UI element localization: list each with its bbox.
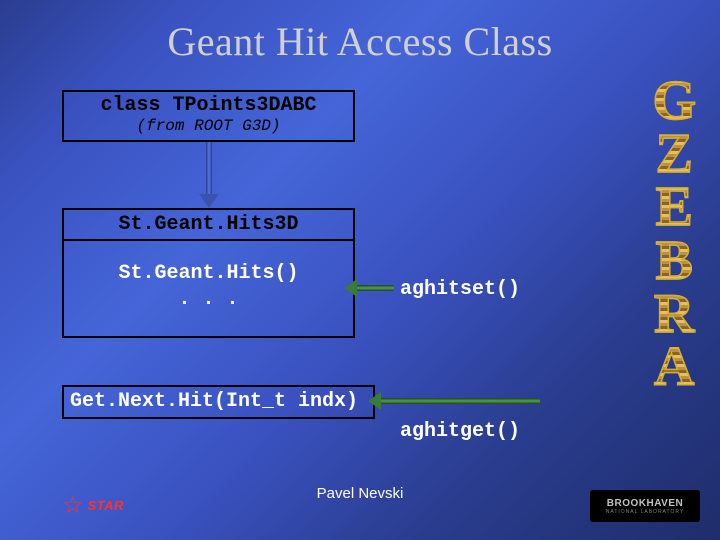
- gzebra-vertical-label: G Z E B R A: [652, 75, 696, 394]
- brookhaven-logo: BROOKHAVEN NATIONAL LABORATORY: [590, 490, 700, 522]
- author-name: Pavel Nevski: [317, 485, 404, 502]
- method-ellipsis: . . .: [64, 287, 353, 313]
- geant-hits-classname: St.Geant.Hits3D: [64, 210, 353, 241]
- class-origin: (from ROOT G3D): [64, 117, 353, 135]
- lab-name: BROOKHAVEN: [607, 498, 683, 509]
- arrow-aghitset-icon: [356, 285, 394, 291]
- getnexthit-box: Get.Next.Hit(Int_t indx): [62, 385, 375, 419]
- method-line: St.Geant.Hits(): [64, 261, 353, 287]
- inheritance-arrow-icon: [206, 142, 212, 196]
- gzebra-letter: G: [652, 75, 696, 128]
- class-declaration-box: class TPoints3DABC (from ROOT G3D): [62, 90, 355, 142]
- aghitget-label: aghitget(): [400, 420, 520, 443]
- geant-hits-box: St.Geant.Hits3D St.Geant.Hits() . . .: [62, 208, 355, 338]
- star-logo: ☆ STAR: [62, 491, 124, 520]
- gzebra-letter: R: [654, 288, 694, 341]
- gzebra-letter: A: [654, 341, 694, 394]
- gzebra-letter: Z: [656, 128, 693, 181]
- gzebra-letter: B: [656, 235, 693, 288]
- star-text: STAR: [88, 498, 124, 513]
- aghitset-label: aghitset(): [400, 278, 520, 301]
- star-icon: ☆: [62, 491, 84, 520]
- slide-title: Geant Hit Access Class: [167, 18, 552, 65]
- lab-subtitle: NATIONAL LABORATORY: [606, 509, 684, 515]
- gzebra-letter: E: [656, 181, 693, 234]
- geant-hits-methods: St.Geant.Hits() . . .: [64, 241, 353, 313]
- arrow-aghitget-icon: [380, 398, 540, 404]
- class-declaration: class TPoints3DABC: [64, 94, 353, 117]
